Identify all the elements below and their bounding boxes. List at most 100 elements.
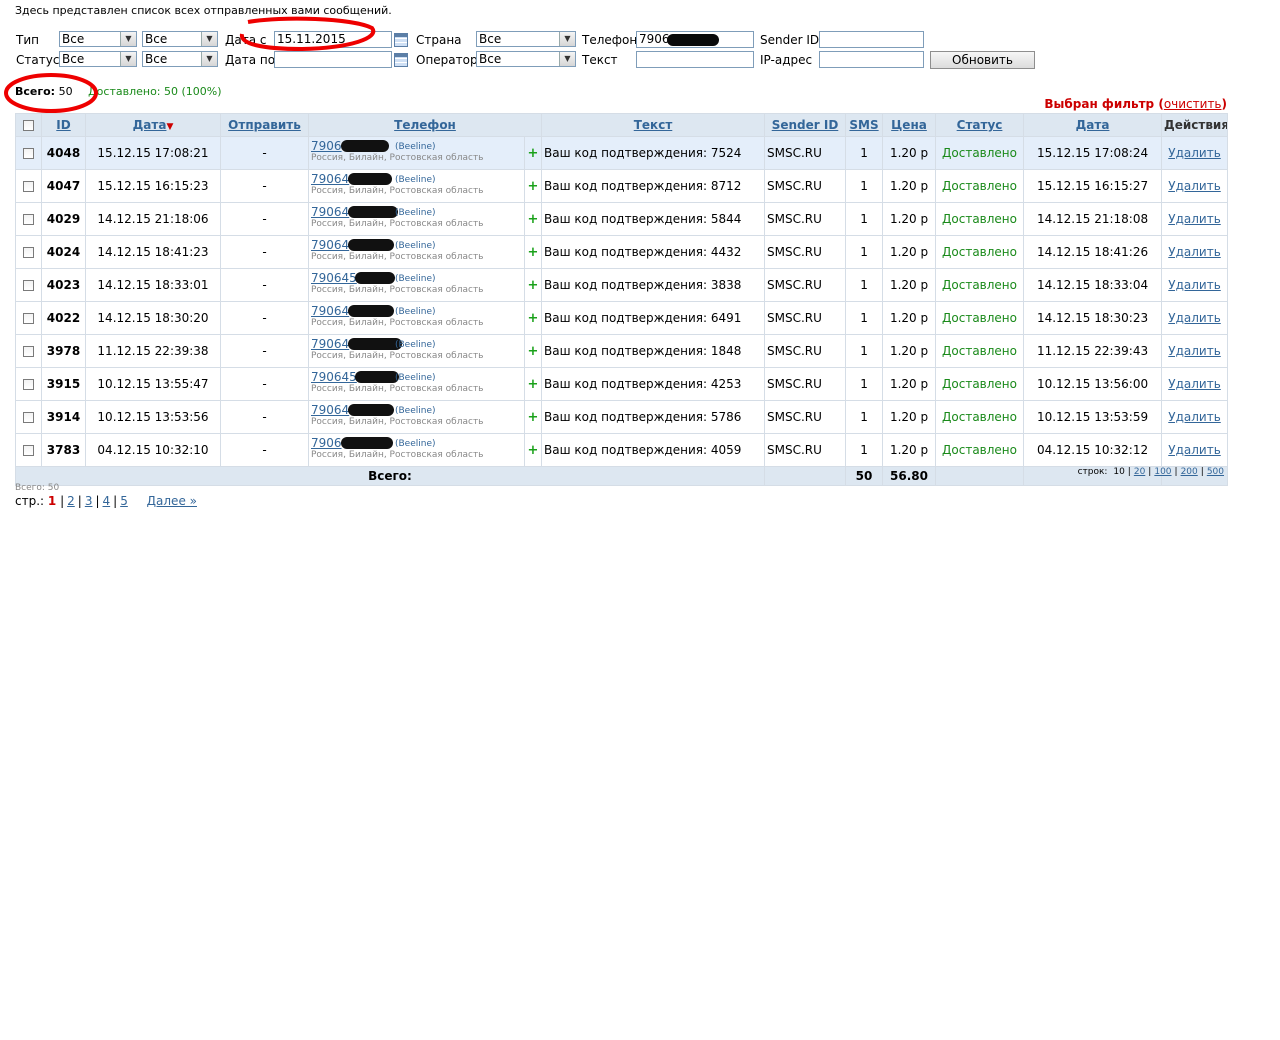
plus-icon[interactable]: + bbox=[528, 212, 539, 227]
plus-icon[interactable]: + bbox=[528, 179, 539, 194]
row-sender: SMSC.RU bbox=[764, 169, 847, 203]
sort-sms-link[interactable]: SMS bbox=[849, 118, 878, 132]
plus-icon[interactable]: + bbox=[528, 146, 539, 161]
phone-link[interactable]: 79064 bbox=[311, 304, 349, 318]
delete-link[interactable]: Удалить bbox=[1168, 377, 1221, 391]
sort-phone-link[interactable]: Телефон bbox=[394, 118, 456, 132]
sort-price-link[interactable]: Цена bbox=[891, 118, 927, 132]
table-row[interactable]: 4023 14.12.15 18:33:01-790645 (Beeline) Рос… bbox=[15, 268, 1229, 302]
sort-send-link[interactable]: Отправить bbox=[228, 118, 301, 132]
row-phone: 79064 (Beeline) Россия, Билайн, Ростовская… bbox=[308, 334, 525, 368]
country-select[interactable]: Все ▼ bbox=[476, 31, 576, 47]
type-select[interactable]: Все ▼ bbox=[59, 31, 137, 47]
plus-icon[interactable]: + bbox=[528, 410, 539, 425]
next-page-link[interactable]: Далее » bbox=[147, 494, 197, 508]
calendar-icon[interactable] bbox=[394, 33, 408, 47]
sort-id-link[interactable]: ID bbox=[56, 118, 70, 132]
plus-icon[interactable]: + bbox=[528, 344, 539, 359]
phone-region: Россия, Билайн, Ростовская область bbox=[311, 285, 484, 295]
table-row[interactable]: 4048 15.12.15 17:08:21-7906 (Beeline) Росси… bbox=[15, 136, 1229, 170]
plus-icon[interactable]: + bbox=[528, 278, 539, 293]
page-link[interactable]: 4 bbox=[103, 494, 111, 508]
table-row[interactable]: 4029 14.12.15 21:18:06-79064 (Beeline) Росс… bbox=[15, 202, 1229, 236]
sort-date2-link[interactable]: Дата bbox=[1076, 118, 1110, 132]
row-date2: 14.12.15 18:33:04 bbox=[1023, 268, 1163, 302]
sort-status-link[interactable]: Статус bbox=[957, 118, 1003, 132]
table-row[interactable]: 4047 15.12.15 16:15:23-79064 (Beeline) Росс… bbox=[15, 169, 1229, 203]
row-checkbox[interactable] bbox=[23, 412, 34, 423]
table-row[interactable]: 3978 11.12.15 22:39:38-79064 (Beeline) Росс… bbox=[15, 334, 1229, 368]
sort-date-link[interactable]: Дата bbox=[133, 118, 167, 132]
rows-per-page-option[interactable]: 500 bbox=[1207, 467, 1224, 477]
phone-region: Россия, Билайн, Ростовская область bbox=[311, 186, 484, 196]
row-checkbox[interactable] bbox=[23, 280, 34, 291]
row-date2: 15.12.15 16:15:27 bbox=[1023, 169, 1163, 203]
table-row[interactable]: 3783 04.12.15 10:32:10-7906 (Beeline) Росси… bbox=[15, 433, 1229, 467]
plus-icon[interactable]: + bbox=[528, 377, 539, 392]
row-checkbox[interactable] bbox=[23, 181, 34, 192]
delete-link[interactable]: Удалить bbox=[1168, 179, 1221, 193]
delete-link[interactable]: Удалить bbox=[1168, 410, 1221, 424]
phone-link[interactable]: 79064 bbox=[311, 238, 349, 252]
delete-link[interactable]: Удалить bbox=[1168, 146, 1221, 160]
phone-link[interactable]: 7906 bbox=[311, 139, 342, 153]
plus-icon[interactable]: + bbox=[528, 311, 539, 326]
type-subselect[interactable]: Все ▼ bbox=[142, 31, 218, 47]
page-link[interactable]: 2 bbox=[67, 494, 75, 508]
sender-id-input[interactable] bbox=[819, 31, 924, 48]
operator-select[interactable]: Все ▼ bbox=[476, 51, 576, 67]
delete-link[interactable]: Удалить bbox=[1168, 311, 1221, 325]
row-date: 14.12.15 18:33:01 bbox=[85, 268, 221, 302]
date-from-input[interactable]: 15.11.2015 bbox=[274, 31, 392, 48]
row-checkbox[interactable] bbox=[23, 445, 34, 456]
row-checkbox[interactable] bbox=[23, 247, 34, 258]
plus-icon[interactable]: + bbox=[528, 245, 539, 260]
delete-link[interactable]: Удалить bbox=[1168, 212, 1221, 226]
date-to-input[interactable] bbox=[274, 51, 392, 68]
delete-link[interactable]: Удалить bbox=[1168, 443, 1221, 457]
row-date2: 04.12.15 10:32:12 bbox=[1023, 433, 1163, 467]
clear-filter-link[interactable]: очистить bbox=[1164, 97, 1222, 111]
phone-filter-input[interactable]: 7906 bbox=[636, 31, 754, 48]
table-row[interactable]: 4024 14.12.15 18:41:23-79064 (Beeline) Росс… bbox=[15, 235, 1229, 269]
phone-link[interactable]: 790645 bbox=[311, 370, 357, 384]
row-checkbox[interactable] bbox=[23, 313, 34, 324]
phone-link[interactable]: 79064 bbox=[311, 403, 349, 417]
row-checkbox[interactable] bbox=[23, 346, 34, 357]
page-link[interactable]: 3 bbox=[85, 494, 93, 508]
refresh-button[interactable]: Обновить bbox=[930, 51, 1035, 69]
status-select[interactable]: Все ▼ bbox=[59, 51, 137, 67]
table-row[interactable]: 3914 10.12.15 13:53:56-79064 (Beeline) Росс… bbox=[15, 400, 1229, 434]
rows-per-page-option[interactable]: 20 bbox=[1134, 467, 1145, 477]
status-subselect[interactable]: Все ▼ bbox=[142, 51, 218, 67]
row-checkbox[interactable] bbox=[23, 148, 34, 159]
delete-link[interactable]: Удалить bbox=[1168, 344, 1221, 358]
phone-link[interactable]: 79064 bbox=[311, 337, 349, 351]
status-label: Статус bbox=[16, 53, 60, 67]
table-row[interactable]: 3915 10.12.15 13:55:47-790645 (Beeline) Рос… bbox=[15, 367, 1229, 401]
rows-per-page-option[interactable]: 200 bbox=[1181, 467, 1198, 477]
delete-link[interactable]: Удалить bbox=[1168, 245, 1221, 259]
page-link[interactable]: 5 bbox=[120, 494, 128, 508]
delete-link[interactable]: Удалить bbox=[1168, 278, 1221, 292]
row-phone: 79064 (Beeline) Россия, Билайн, Ростовская… bbox=[308, 301, 525, 335]
row-checkbox[interactable] bbox=[23, 379, 34, 390]
rows-per-page-option[interactable]: 100 bbox=[1154, 467, 1171, 477]
text-filter-input[interactable] bbox=[636, 51, 754, 68]
table-row[interactable]: 4022 14.12.15 18:30:20-79064 (Beeline) Росс… bbox=[15, 301, 1229, 335]
plus-icon[interactable]: + bbox=[528, 443, 539, 458]
row-date2: 11.12.15 22:39:43 bbox=[1023, 334, 1163, 368]
row-checkbox[interactable] bbox=[23, 214, 34, 225]
phone-link[interactable]: 79064 bbox=[311, 205, 349, 219]
calendar-icon[interactable] bbox=[394, 53, 408, 67]
redaction-mark bbox=[341, 437, 393, 449]
phone-link[interactable]: 790645 bbox=[311, 271, 357, 285]
ip-input[interactable] bbox=[819, 51, 924, 68]
phone-link[interactable]: 79064 bbox=[311, 172, 349, 186]
sort-sender-link[interactable]: Sender ID bbox=[772, 118, 839, 132]
phone-link[interactable]: 7906 bbox=[311, 436, 342, 450]
footer-price-total: 56.80 bbox=[882, 466, 937, 486]
select-all-checkbox[interactable] bbox=[23, 120, 34, 131]
sort-text-link[interactable]: Текст bbox=[634, 118, 673, 132]
sender-id-label: Sender ID bbox=[760, 33, 820, 47]
